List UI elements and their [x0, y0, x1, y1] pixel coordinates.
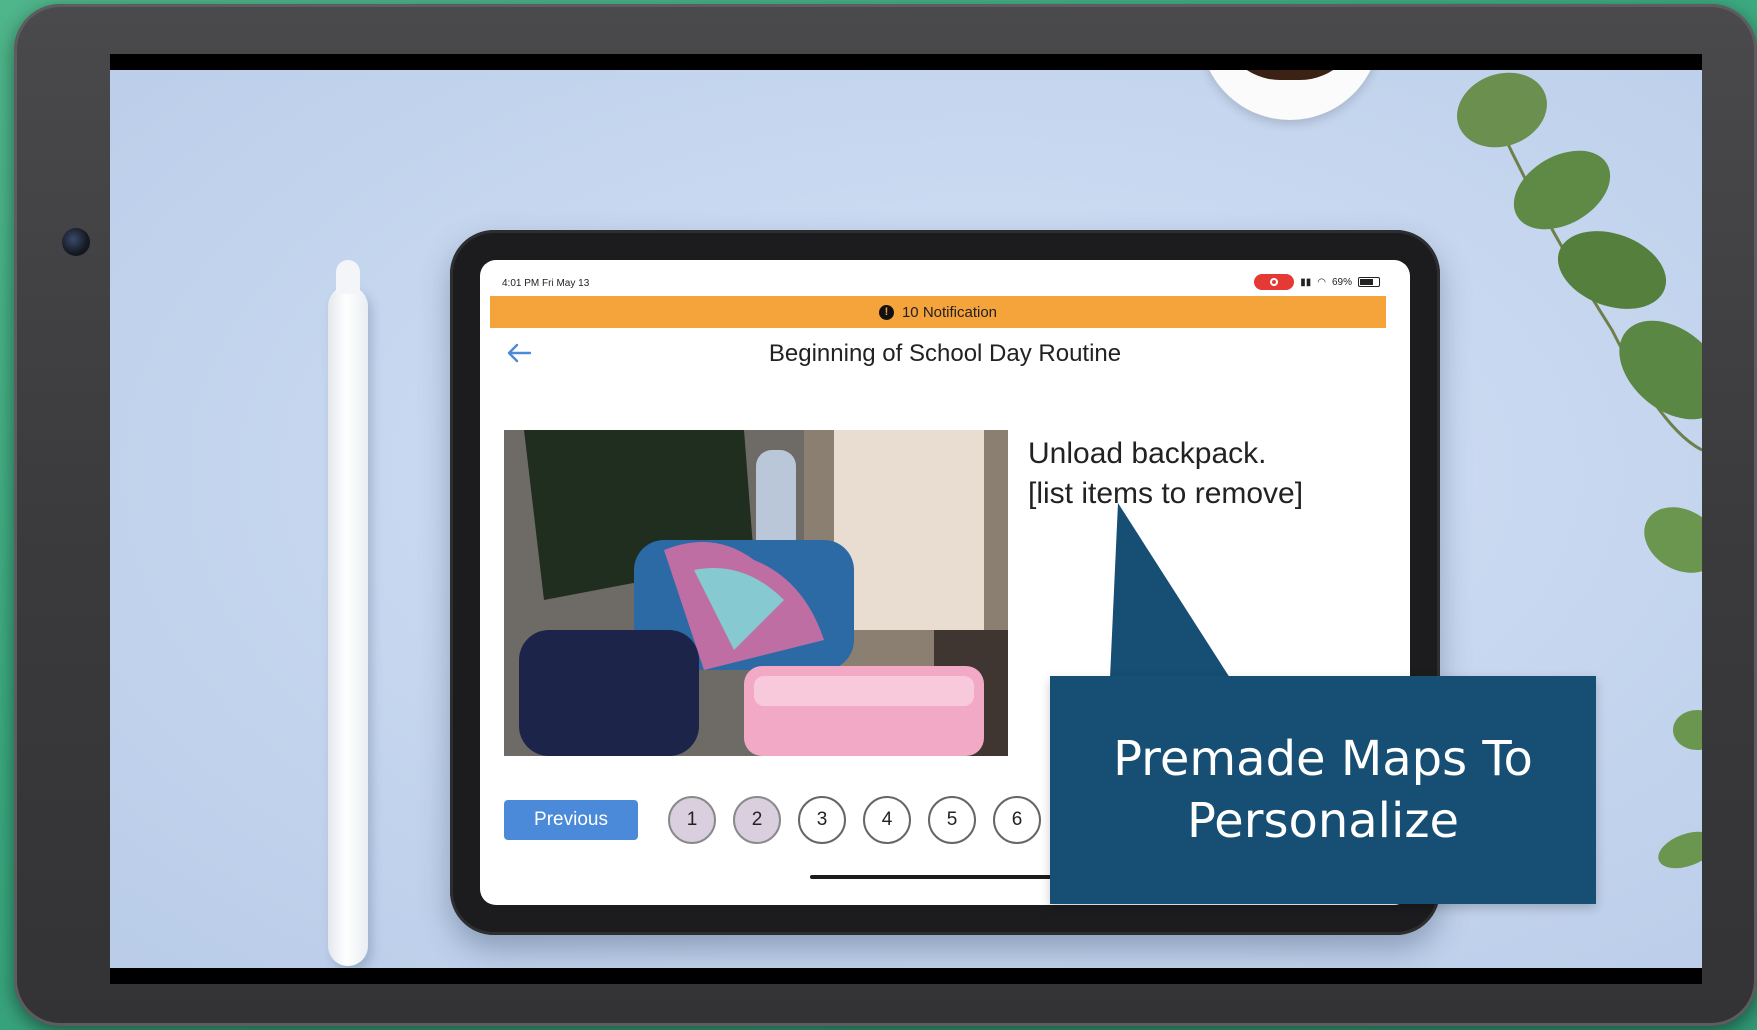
page-button-2[interactable]: 2	[733, 796, 781, 844]
callout-box: Premade Maps To Personalize	[1050, 676, 1596, 904]
nav-header: Beginning of School Day Routine	[480, 328, 1410, 378]
page-title: Beginning of School Day Routine	[768, 340, 1122, 367]
page-button-5[interactable]: 5	[928, 796, 976, 844]
status-time: 4:01 PM Fri May 13	[502, 278, 590, 289]
step-instruction: Unload backpack. [list items to remove]	[1028, 434, 1388, 514]
status-indicators: ▮▮ ◠ 69%	[1254, 274, 1380, 290]
front-camera-icon	[62, 228, 90, 256]
alert-circle-icon: !	[878, 304, 894, 320]
notification-banner[interactable]: ! 10 Notification	[490, 296, 1386, 328]
page-button-6[interactable]: 6	[993, 796, 1041, 844]
page-button-1[interactable]: 1	[668, 796, 716, 844]
callout-pointer	[1110, 503, 1230, 678]
battery-icon	[1358, 277, 1380, 287]
eyeglasses-image	[490, 70, 910, 110]
page-button-3[interactable]: 3	[798, 796, 846, 844]
previous-button[interactable]: Previous	[504, 800, 638, 840]
screen-recording-icon	[1254, 274, 1295, 290]
step-photo	[504, 430, 1008, 756]
notification-text: 10 Notification	[901, 303, 998, 321]
signal-icon: ▮▮	[1300, 276, 1312, 288]
video-screen: 4:01 PM Fri May 13 ▮▮ ◠ 69% ! 10 Notific…	[110, 54, 1702, 984]
step-text-line1: Unload backpack.	[1028, 437, 1267, 470]
video-frame: 4:01 PM Fri May 13 ▮▮ ◠ 69% ! 10 Notific…	[110, 70, 1702, 968]
step-pager: 1 2 3 4 5 6	[668, 796, 1041, 844]
callout-line1: Premade Maps To	[1113, 731, 1533, 787]
wifi-icon: ◠	[1317, 276, 1326, 288]
stylus-pencil-image	[328, 260, 368, 966]
ios-status-bar: 4:01 PM Fri May 13 ▮▮ ◠ 69%	[480, 260, 1410, 296]
coffee-cup-image	[1200, 70, 1380, 120]
battery-percent: 69%	[1331, 276, 1352, 288]
callout-line2: Personalize	[1186, 793, 1460, 849]
home-indicator	[810, 875, 1070, 879]
page-button-4[interactable]: 4	[863, 796, 911, 844]
outer-tablet-frame: 4:01 PM Fri May 13 ▮▮ ◠ 69% ! 10 Notific…	[14, 4, 1757, 1026]
